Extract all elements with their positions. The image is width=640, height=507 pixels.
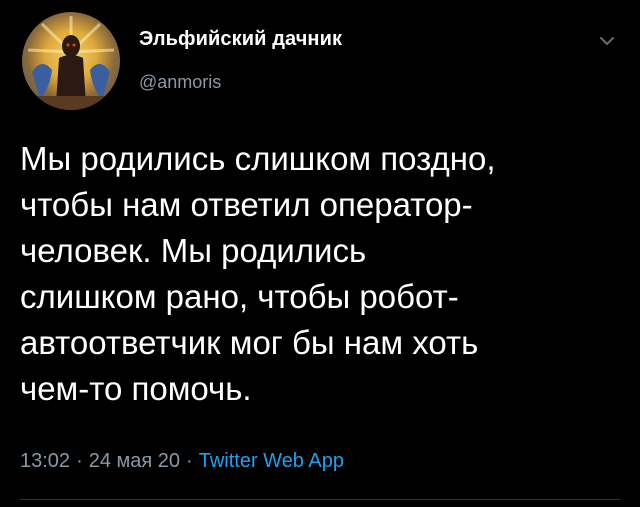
- tweet-text: Мы родились слишком поздно, чтобы нам от…: [20, 140, 496, 407]
- chevron-down-icon[interactable]: [596, 30, 618, 52]
- tweet-date[interactable]: 24 мая 20: [89, 450, 180, 472]
- tweet-time[interactable]: 13:02: [20, 450, 70, 472]
- divider: [20, 499, 620, 500]
- meta-separator: ·: [76, 450, 83, 472]
- avatar-image: [22, 16, 120, 110]
- author-handle[interactable]: @anmoris: [139, 72, 221, 93]
- tweet-card: Эльфийский дачник @anmoris Мы родились с…: [0, 0, 640, 507]
- tweet-source-link[interactable]: Twitter Web App: [199, 450, 344, 472]
- meta-separator: ·: [186, 450, 193, 472]
- author-display-name[interactable]: Эльфийский дачник: [139, 28, 342, 51]
- avatar[interactable]: [22, 12, 120, 110]
- tweet-meta: 13:02 · 24 мая 20 · Twitter Web App: [20, 450, 344, 473]
